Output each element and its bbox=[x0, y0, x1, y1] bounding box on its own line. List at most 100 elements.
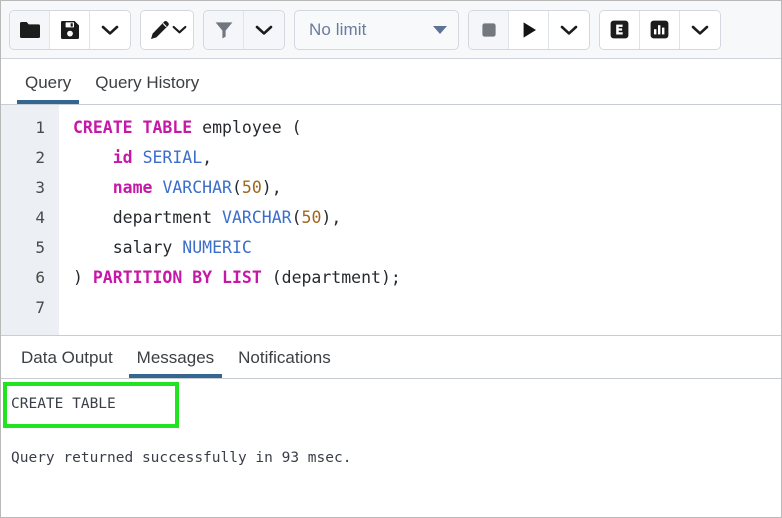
code-line: 7 bbox=[1, 293, 781, 323]
tab-data-output[interactable]: Data Output bbox=[9, 348, 125, 378]
save-icon bbox=[60, 20, 80, 40]
save-dropdown-button[interactable] bbox=[90, 11, 130, 49]
messages-panel: CREATE TABLE Query returned successfully… bbox=[1, 379, 781, 479]
explain-icon bbox=[609, 19, 630, 40]
explain-button[interactable] bbox=[600, 11, 640, 49]
code-token bbox=[172, 238, 182, 257]
code-line-text: salary NUMERIC bbox=[59, 233, 252, 263]
pencil-icon bbox=[148, 20, 170, 40]
code-line: 3 name VARCHAR(50), bbox=[1, 173, 781, 203]
tab-query[interactable]: Query bbox=[13, 73, 83, 104]
code-line: 1CREATE TABLE employee ( bbox=[1, 113, 781, 143]
code-token: ), bbox=[262, 178, 282, 197]
code-token bbox=[73, 208, 113, 227]
code-token: , bbox=[202, 148, 212, 167]
code-token: ( bbox=[292, 208, 302, 227]
message-status: Query returned successfully in 93 msec. bbox=[11, 447, 781, 469]
file-button-group bbox=[9, 10, 131, 50]
tab-query-history-label: Query History bbox=[95, 73, 199, 92]
execute-button-group bbox=[468, 10, 590, 50]
funnel-icon bbox=[214, 20, 234, 40]
code-token: CREATE TABLE bbox=[73, 118, 192, 137]
code-content[interactable]: 1CREATE TABLE employee (2 id SERIAL,3 na… bbox=[1, 105, 781, 323]
code-token bbox=[153, 178, 163, 197]
explain-dropdown-button[interactable] bbox=[680, 11, 720, 49]
code-token bbox=[192, 118, 202, 137]
code-line-text: id SERIAL, bbox=[59, 143, 212, 173]
code-line-text: name VARCHAR(50), bbox=[59, 173, 282, 203]
code-token: salary bbox=[113, 238, 173, 257]
code-token bbox=[73, 148, 113, 167]
query-tabs: Query Query History bbox=[1, 59, 781, 105]
toolbar: No limit bbox=[1, 1, 781, 59]
save-file-button[interactable] bbox=[50, 11, 90, 49]
query-tool-window: No limit bbox=[0, 0, 782, 518]
code-token bbox=[73, 238, 113, 257]
chevron-down-icon bbox=[560, 24, 578, 36]
code-token: ( bbox=[282, 118, 302, 137]
chevron-down-icon bbox=[691, 24, 709, 36]
bar-chart-icon bbox=[649, 19, 670, 40]
execute-button[interactable] bbox=[509, 11, 549, 49]
code-token: employee bbox=[202, 118, 281, 137]
open-file-button[interactable] bbox=[10, 11, 50, 49]
code-token: 50 bbox=[242, 178, 262, 197]
line-number: 1 bbox=[1, 113, 59, 143]
tab-data-output-label: Data Output bbox=[21, 348, 113, 367]
tab-query-label: Query bbox=[25, 73, 71, 92]
folder-icon bbox=[19, 21, 41, 39]
code-line-text: department VARCHAR(50), bbox=[59, 203, 341, 233]
chevron-down-icon bbox=[433, 26, 447, 34]
edit-button[interactable] bbox=[141, 11, 193, 49]
execute-dropdown-button[interactable] bbox=[549, 11, 589, 49]
sql-editor[interactable]: 1CREATE TABLE employee (2 id SERIAL,3 na… bbox=[1, 105, 781, 335]
edit-button-group bbox=[140, 10, 194, 50]
code-token: 50 bbox=[302, 208, 322, 227]
code-token bbox=[133, 148, 143, 167]
code-line-text: ) PARTITION BY LIST (department); bbox=[59, 263, 401, 293]
tab-messages[interactable]: Messages bbox=[125, 348, 226, 378]
line-number: 5 bbox=[1, 233, 59, 263]
code-token: NUMERIC bbox=[182, 238, 252, 257]
tab-active-underline bbox=[129, 374, 222, 378]
row-limit-select[interactable]: No limit bbox=[294, 10, 459, 50]
tab-notifications-label: Notifications bbox=[238, 348, 331, 367]
code-token: ) bbox=[73, 268, 93, 287]
code-token: VARCHAR bbox=[162, 178, 232, 197]
code-token: PARTITION BY LIST bbox=[93, 268, 262, 287]
code-token: name bbox=[113, 178, 153, 197]
code-token: (department); bbox=[262, 268, 401, 287]
explain-button-group bbox=[599, 10, 721, 50]
line-number: 4 bbox=[1, 203, 59, 233]
code-line-text: CREATE TABLE employee ( bbox=[59, 113, 302, 143]
play-icon bbox=[519, 20, 539, 40]
code-token: id bbox=[113, 148, 133, 167]
stop-icon bbox=[479, 20, 499, 40]
tab-notifications[interactable]: Notifications bbox=[226, 348, 343, 378]
filter-dropdown-button[interactable] bbox=[244, 11, 284, 49]
code-token: ), bbox=[321, 208, 341, 227]
message-result: CREATE TABLE bbox=[11, 393, 781, 415]
chevron-down-icon bbox=[255, 24, 273, 36]
explain-analyze-button[interactable] bbox=[640, 11, 680, 49]
chevron-down-icon bbox=[172, 24, 187, 35]
line-number: 6 bbox=[1, 263, 59, 293]
code-token: ( bbox=[232, 178, 242, 197]
row-limit-value: No limit bbox=[309, 20, 366, 40]
line-number: 2 bbox=[1, 143, 59, 173]
tab-messages-label: Messages bbox=[137, 348, 214, 367]
output-tabs: Data Output Messages Notifications bbox=[1, 335, 781, 379]
line-number: 3 bbox=[1, 173, 59, 203]
code-token bbox=[73, 178, 113, 197]
code-token: SERIAL bbox=[143, 148, 203, 167]
filter-button-group bbox=[203, 10, 285, 50]
code-line: 4 department VARCHAR(50), bbox=[1, 203, 781, 233]
stop-button[interactable] bbox=[469, 11, 509, 49]
code-line: 2 id SERIAL, bbox=[1, 143, 781, 173]
filter-button[interactable] bbox=[204, 11, 244, 49]
code-token bbox=[212, 208, 222, 227]
code-line: 6) PARTITION BY LIST (department); bbox=[1, 263, 781, 293]
tab-query-history[interactable]: Query History bbox=[83, 73, 211, 104]
tab-active-underline bbox=[17, 100, 79, 104]
chevron-down-icon bbox=[101, 24, 119, 36]
